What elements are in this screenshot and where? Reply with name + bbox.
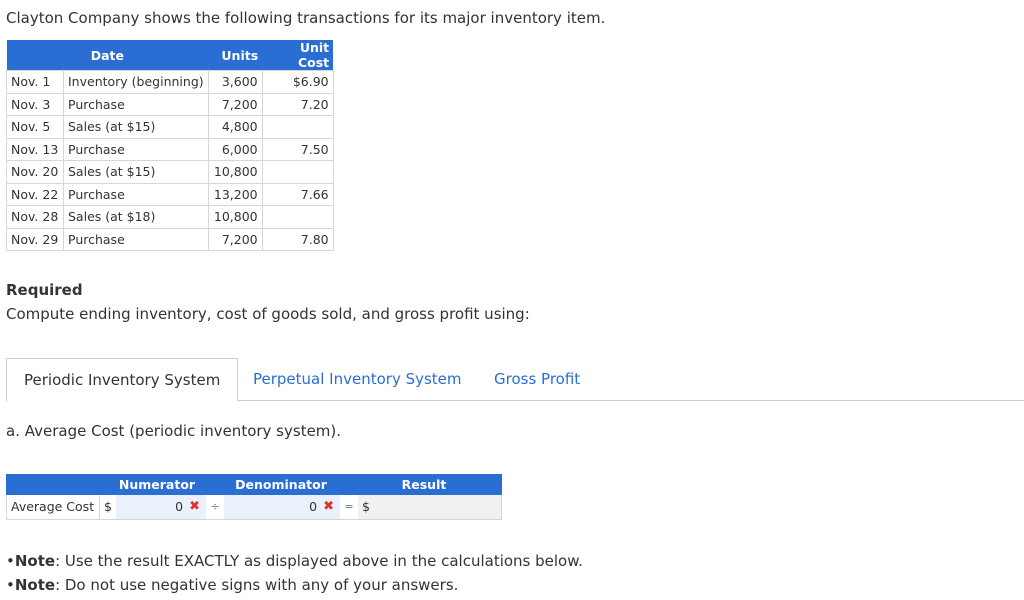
currency-symbol: $ <box>104 499 112 514</box>
question-text: a. Average Cost (periodic inventory syst… <box>6 422 342 440</box>
row-unit-cost <box>261 160 334 184</box>
header-numerator: Numerator <box>118 477 196 492</box>
row-unit-cost: $6.90 <box>261 70 334 94</box>
header-denominator: Denominator <box>235 477 327 492</box>
row-unit-cost: 7.20 <box>261 92 334 116</box>
denominator-value: 0 <box>309 499 318 514</box>
header-result: Result <box>401 477 447 492</box>
table-row: Nov. 13 Purchase 6,000 7.50 <box>6 137 334 161</box>
row-unit-cost <box>261 115 334 139</box>
table-row: Nov. 28 Sales (at $18) 10,800 <box>6 205 334 229</box>
row-date: Nov. 5 <box>6 115 64 139</box>
row-unit-cost <box>261 205 334 229</box>
row-description: Sales (at $18) <box>63 205 209 229</box>
row-units: 4,800 <box>207 115 263 139</box>
row-units: 10,800 <box>207 160 263 184</box>
row-date: Nov. 20 <box>6 160 64 184</box>
note-2: •Note: Do not use negative signs with an… <box>6 576 459 594</box>
equals-icon: = <box>344 500 354 513</box>
table-row: Nov. 5 Sales (at $15) 4,800 <box>6 115 334 139</box>
note-text: : Use the result EXACTLY as displayed ab… <box>55 552 583 570</box>
inventory-table: Date Units Unit Cost Nov. 1 Inventory (b… <box>6 40 334 251</box>
required-text: Compute ending inventory, cost of goods … <box>6 305 530 323</box>
row-label: Average Cost <box>7 495 100 519</box>
average-cost-table: Numerator Denominator Result Average Cos… <box>6 474 502 520</box>
intro-text: Clayton Company shows the following tran… <box>6 9 606 27</box>
row-unit-cost: 7.66 <box>261 182 334 206</box>
numerator-input[interactable]: 0 ✖ <box>116 495 206 519</box>
table-row: Nov. 22 Purchase 13,200 7.66 <box>6 182 334 206</box>
row-description: Sales (at $15) <box>63 160 209 184</box>
table-row: Nov. 1 Inventory (beginning) 3,600 $6.90 <box>6 70 334 94</box>
incorrect-icon: ✖ <box>189 499 200 514</box>
header-units: Units <box>208 40 263 71</box>
inventory-header-row: Date Units Unit Cost <box>6 40 334 71</box>
calc-header-row: Numerator Denominator Result <box>6 474 502 495</box>
denominator-input[interactable]: 0 ✖ <box>224 495 340 519</box>
row-unit-cost: 7.50 <box>261 137 334 161</box>
tab-periodic-inventory-system[interactable]: Periodic Inventory System <box>6 358 239 402</box>
note-label: Note <box>14 576 56 594</box>
table-row: Nov. 3 Purchase 7,200 7.20 <box>6 92 334 116</box>
average-cost-row: Average Cost $ 0 ✖ ÷ 0 ✖ = $ <box>6 495 502 520</box>
row-date: Nov. 29 <box>6 227 64 251</box>
note-1: •Note: Use the result EXACTLY as display… <box>6 552 583 570</box>
table-row: Nov. 20 Sales (at $15) 10,800 <box>6 160 334 184</box>
incorrect-icon: ✖ <box>323 499 334 514</box>
row-units: 6,000 <box>207 137 263 161</box>
row-units: 13,200 <box>207 182 263 206</box>
tab-gross-profit[interactable]: Gross Profit <box>477 358 597 400</box>
header-unit-cost: Unit Cost <box>262 40 334 71</box>
row-description: Purchase <box>63 182 209 206</box>
row-date: Nov. 28 <box>6 205 64 229</box>
result-currency: $ <box>362 499 370 514</box>
row-description: Inventory (beginning) <box>63 70 209 94</box>
row-unit-cost: 7.80 <box>261 227 334 251</box>
result-field[interactable]: $ <box>358 495 501 519</box>
row-description: Purchase <box>63 227 209 251</box>
numerator-value: 0 <box>175 499 184 514</box>
row-units: 3,600 <box>207 70 263 94</box>
row-description: Purchase <box>63 137 209 161</box>
divide-icon: ÷ <box>210 500 220 513</box>
row-description: Purchase <box>63 92 209 116</box>
row-units: 10,800 <box>207 205 263 229</box>
row-date: Nov. 13 <box>6 137 64 161</box>
row-date: Nov. 3 <box>6 92 64 116</box>
required-heading: Required <box>6 281 83 299</box>
note-text: : Do not use negative signs with any of … <box>55 576 459 594</box>
row-date: Nov. 22 <box>6 182 64 206</box>
row-units: 7,200 <box>207 92 263 116</box>
header-date: Date <box>6 40 209 71</box>
row-units: 7,200 <box>207 227 263 251</box>
row-date: Nov. 1 <box>6 70 64 94</box>
note-label: Note <box>14 552 56 570</box>
table-row: Nov. 29 Purchase 7,200 7.80 <box>6 227 334 251</box>
tab-perpetual-inventory-system[interactable]: Perpetual Inventory System <box>236 358 479 400</box>
row-description: Sales (at $15) <box>63 115 209 139</box>
